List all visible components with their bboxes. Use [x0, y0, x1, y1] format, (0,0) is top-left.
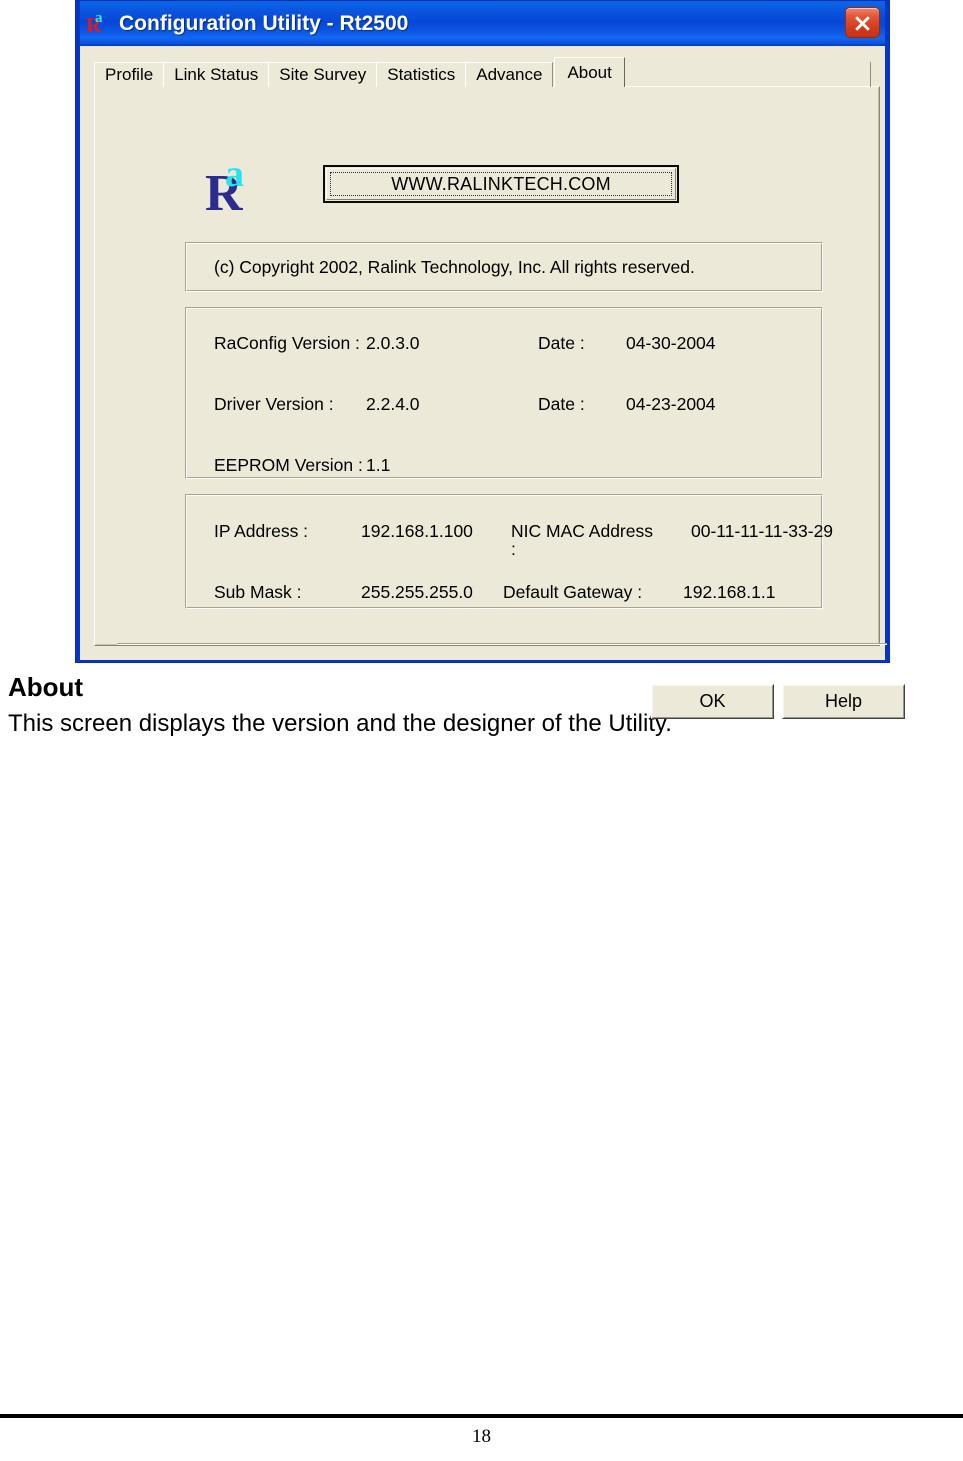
raconfig-date-label: Date :	[538, 333, 585, 353]
about-tab-panel: R a WWW.RALINKTECH.COM (c) Copyright 200…	[94, 86, 905, 719]
driver-version-label: Driver Version :	[214, 394, 334, 414]
default-gateway-label: Default Gateway :	[503, 582, 643, 602]
copyright-text: (c) Copyright 2002, Ralink Technology, I…	[214, 257, 695, 277]
website-link-button[interactable]: WWW.RALINKTECH.COM	[323, 165, 679, 203]
ralink-logo-icon: R a	[86, 9, 112, 37]
copyright-panel: (c) Copyright 2002, Ralink Technology, I…	[185, 242, 823, 292]
default-gateway-value: 192.168.1.1	[683, 582, 776, 602]
mac-address-label-colon: :	[511, 539, 516, 559]
tab-link-status-label: Link Status	[174, 65, 259, 84]
raconfig-date-value: 04-30-2004	[626, 333, 716, 353]
eeprom-version-value: 1.1	[366, 455, 391, 475]
close-icon[interactable]	[845, 7, 880, 38]
ok-button[interactable]: OK	[651, 684, 774, 719]
subnet-mask-label: Sub Mask :	[214, 582, 302, 602]
page-number: 18	[472, 1426, 491, 1447]
help-button-label: Help	[824, 691, 863, 711]
section-heading: About	[8, 672, 84, 702]
ralink-logo-icon-a: a	[95, 9, 103, 26]
driver-date-value: 04-23-2004	[626, 394, 716, 414]
tab-advance[interactable]: Advance	[465, 62, 554, 87]
tab-about[interactable]: About	[554, 57, 625, 87]
tab-strip: Profile Link Status Site Survey Statisti…	[94, 57, 871, 87]
tab-statistics[interactable]: Statistics	[376, 62, 467, 87]
help-button[interactable]: Help	[782, 684, 905, 719]
mac-address-value: 00-11-11-11-33-29	[691, 521, 834, 541]
subnet-mask-value: 255.255.255.0	[361, 582, 473, 602]
ok-button-label: OK	[699, 691, 726, 711]
tab-statistics-label: Statistics	[387, 65, 456, 84]
ralink-brand-logo-icon: R a	[205, 153, 267, 220]
tab-profile-label: Profile	[105, 65, 154, 84]
driver-date-label: Date :	[538, 394, 585, 414]
tab-advance-label: Advance	[476, 65, 543, 84]
driver-version-value: 2.2.4.0	[366, 394, 420, 414]
network-info-panel: IP Address : 192.168.1.100 NIC MAC Addre…	[185, 494, 833, 609]
window-title: Configuration Utility - Rt2500	[119, 11, 409, 35]
ip-address-value: 192.168.1.100	[361, 521, 473, 541]
website-link-label: WWW.RALINKTECH.COM	[391, 173, 611, 194]
eeprom-version-label: EEPROM Version :	[214, 455, 363, 475]
raconfig-version-value: 2.0.3.0	[366, 333, 420, 353]
button-area-separator	[117, 643, 887, 645]
mac-address-label: NIC MAC Address	[511, 521, 653, 541]
tab-strip-filler	[626, 62, 871, 87]
raconfig-version-label: RaConfig Version :	[214, 333, 360, 353]
version-info-panel: RaConfig Version : 2.0.3.0 Date : 04-30-…	[185, 307, 823, 479]
ip-address-label: IP Address :	[214, 521, 309, 541]
tab-site-survey[interactable]: Site Survey	[268, 62, 378, 87]
configuration-utility-window: R a Configuration Utility - Rt2500 Profi…	[75, 0, 905, 719]
footer-divider	[0, 1414, 963, 1418]
section-paragraph: This screen displays the version and the…	[8, 710, 672, 737]
tab-site-survey-label: Site Survey	[279, 65, 367, 84]
window-client-area: Profile Link Status Site Survey Statisti…	[80, 46, 905, 719]
tab-about-label: About	[567, 62, 612, 82]
tab-link-status[interactable]: Link Status	[163, 62, 270, 87]
tab-profile[interactable]: Profile	[94, 62, 165, 87]
brand-logo-letter-a: a	[225, 153, 244, 195]
window-titlebar[interactable]: R a Configuration Utility - Rt2500	[80, 1, 885, 46]
